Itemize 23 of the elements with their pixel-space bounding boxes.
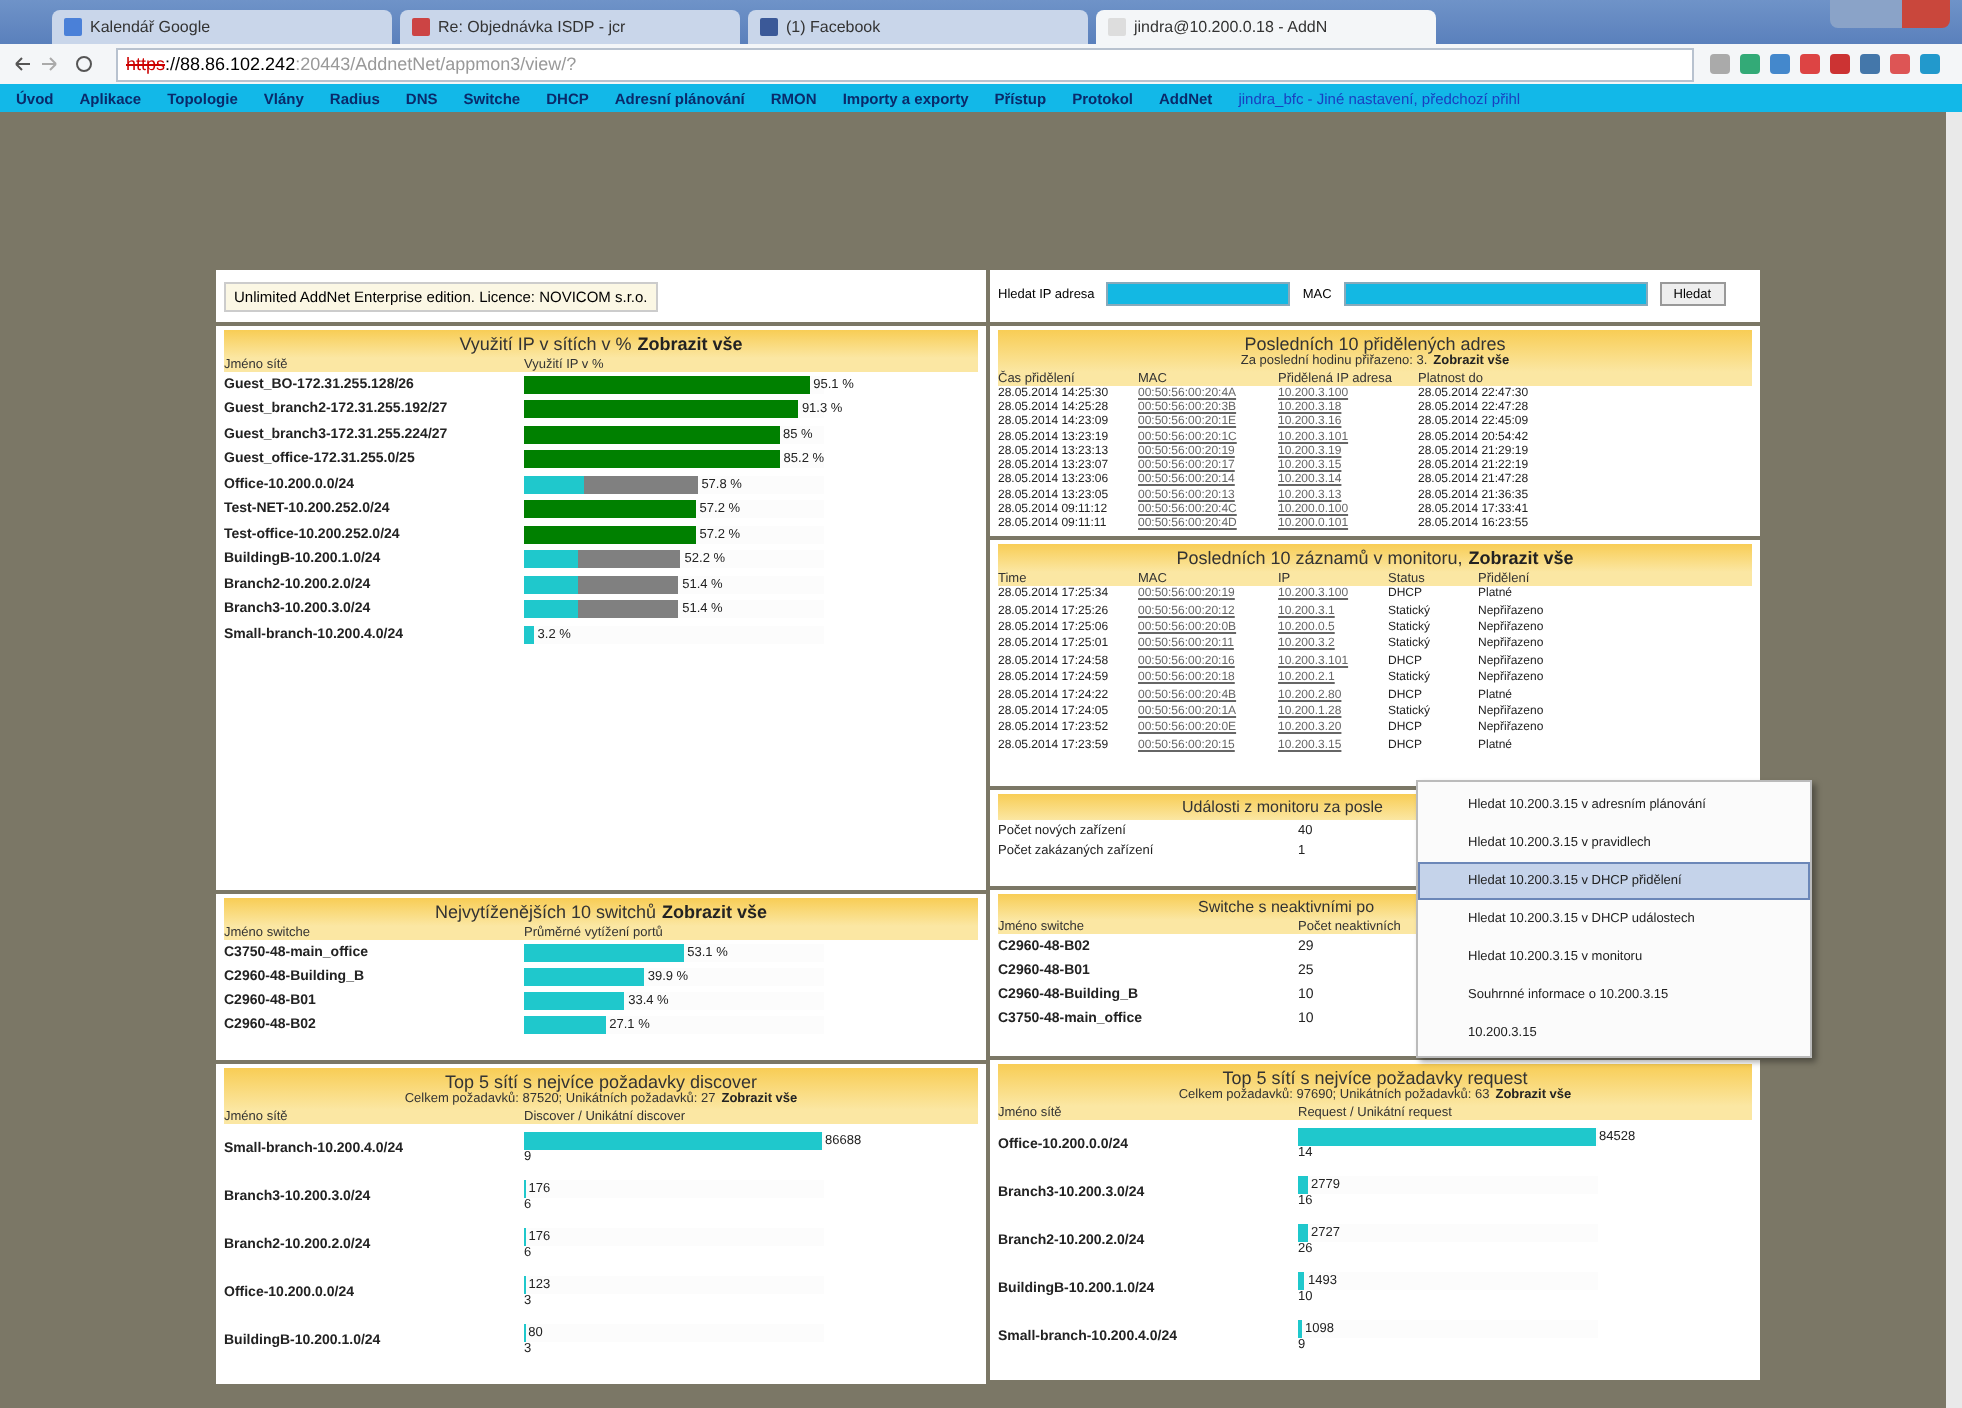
panel-title: Využití IP v sítích v % [459,334,632,354]
favicon-icon [760,18,778,36]
browser-tab[interactable]: Re: Objednávka ISDP - jcr [400,10,740,44]
window-controls [1830,0,1950,28]
panel-title: Události z monitoru za posle [1182,798,1383,816]
browser-tab[interactable]: jindra@10.200.0.18 - AddN [1096,10,1436,44]
ip-field[interactable] [1106,282,1291,306]
show-all-link[interactable]: Zobrazit vše [637,334,743,354]
show-all-link[interactable]: Zobrazit vše [1468,548,1574,568]
browser-tab[interactable]: Kalendář Google [52,10,392,44]
panel-title: Top 5 sítí s nejvíce požadavky request [1222,1068,1528,1088]
show-all-link[interactable]: Zobrazit vše [662,902,768,922]
panel-title: Nejvytíženějších 10 switchů [434,902,657,922]
panel-title: Posledních 10 záznamů v monitoru, [1176,548,1463,568]
panel-title: Top 5 sítí s nejvíce požadavky discover [444,1072,758,1092]
panel-title: Switche s neaktivními po [1198,898,1375,916]
favicon-icon [64,18,82,36]
favicon-icon [412,18,430,36]
mac-field[interactable] [1343,282,1648,306]
panel-title: Posledních 10 přidělených adres [1244,334,1506,354]
favicon-icon [1108,18,1126,36]
browser-tab[interactable]: (1) Facebook [748,10,1088,44]
address-bar[interactable]: https://88.86.102.242:20443/AddnetNet/appmon3/view/? [116,47,1694,81]
